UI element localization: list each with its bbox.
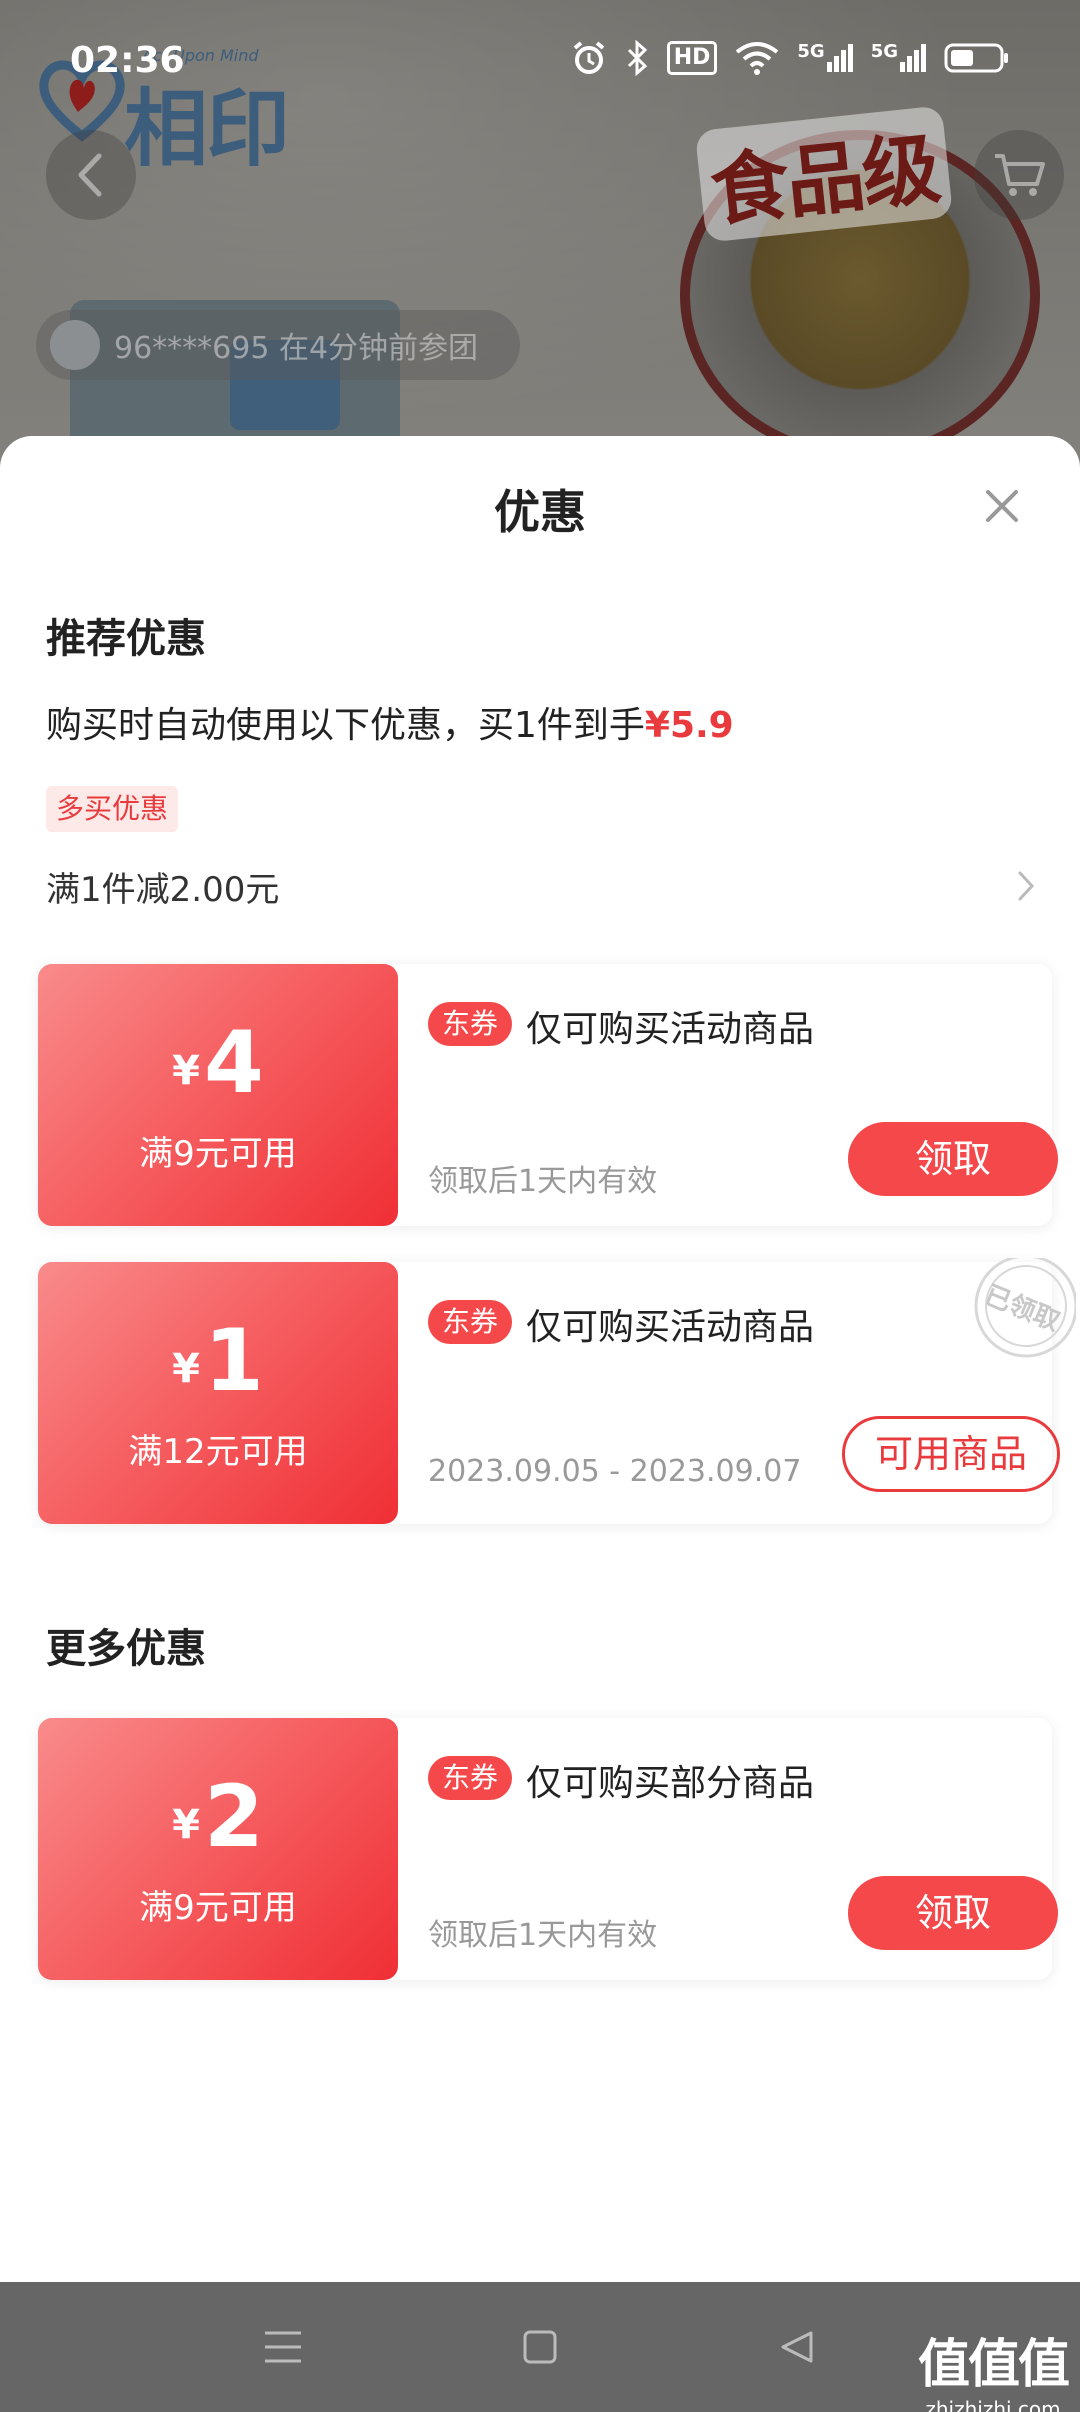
group-buy-ticker: 96****695 在4分钟前参团 [36, 310, 520, 380]
menu-icon [265, 2331, 301, 2363]
back-triangle-icon [781, 2331, 813, 2363]
coupon-info: 东券 仅可购买活动商品 领取后1天内有效 领取 [398, 964, 1058, 1226]
yen-symbol: ¥ [172, 1048, 200, 1094]
more-section-title: 更多优惠 [46, 1626, 206, 1672]
coupon-description: 仅可购买活动商品 [526, 1009, 815, 1050]
final-price: ¥5.9 [644, 705, 734, 746]
coupon-card: ¥2 满9元可用 东券 仅可购买部分商品 领取后1天内有效 领取 [38, 1718, 1058, 1980]
coupon-card: ¥4 满9元可用 东券 仅可购买活动商品 领取后1天内有效 领取 [38, 964, 1058, 1226]
coupon-card: ¥1 满12元可用 东券 仅可购买活动商品 2023.09.05 - 2023.… [38, 1258, 1076, 1524]
coupon-validity: 2023.09.05 - 2023.09.07 [428, 1454, 802, 1489]
battery-icon [944, 43, 1008, 73]
cart-icon [995, 154, 1045, 196]
group-buy-text: 96****695 在4分钟前参团 [114, 331, 479, 366]
multi-buy-rule-row[interactable]: 满1件减2.00元 [46, 856, 1036, 916]
yen-symbol: ¥ [172, 1346, 200, 1392]
menu-button[interactable] [258, 2322, 308, 2372]
home-square-icon [523, 2330, 557, 2364]
coupon-amount: ¥4 [38, 1020, 398, 1106]
signal-5g-icon: 5G [797, 43, 853, 72]
coupon-value-panel: ¥4 满9元可用 [38, 964, 398, 1226]
hd-icon: HD [666, 41, 718, 75]
back-nav-button[interactable] [772, 2322, 822, 2372]
coupon-amount-value: 1 [204, 1311, 264, 1411]
close-button[interactable] [976, 480, 1028, 532]
coupon-description: 仅可购买活动商品 [526, 1307, 815, 1348]
chevron-right-icon [1018, 871, 1035, 901]
status-icons: HD 5G 5G [571, 40, 1010, 76]
chevron-left-icon [78, 153, 102, 197]
home-button[interactable] [515, 2322, 565, 2372]
sheet-title: 优惠 [494, 485, 586, 539]
coupon-condition: 满12元可用 [128, 1432, 308, 1472]
coupon-info: 东券 仅可购买部分商品 领取后1天内有效 领取 [398, 1718, 1058, 1980]
auto-discount-line: 购买时自动使用以下优惠，买1件到手¥5.9 [46, 696, 734, 748]
yen-symbol: ¥ [172, 1802, 200, 1848]
coupon-type-tag: 东券 [428, 1002, 513, 1046]
wifi-icon [736, 42, 779, 75]
coupon-sheet: 优惠 推荐优惠 购买时自动使用以下优惠，买1件到手¥5.9 多买优惠 满1件减2… [0, 436, 1080, 2282]
multi-buy-tag: 多买优惠 [46, 786, 179, 832]
coupon-description: 仅可购买部分商品 [526, 1763, 815, 1804]
claimed-stamp: 已领取 [966, 1258, 1076, 1368]
status-time: 02:36 [70, 40, 185, 81]
coupon-amount: ¥2 [38, 1774, 398, 1860]
coupon-info: 东券 仅可购买活动商品 2023.09.05 - 2023.09.07 可用商品… [398, 1258, 1076, 1524]
coupon-value-panel: ¥1 满12元可用 [38, 1262, 398, 1524]
coupon-type-tag: 东券 [428, 1300, 513, 1344]
recommend-section-title: 推荐优惠 [46, 616, 206, 662]
alarm-icon [573, 41, 604, 74]
watermark-logo: 值值值 [917, 2335, 1070, 2395]
coupon-condition: 满9元可用 [139, 1888, 297, 1928]
claim-button[interactable]: 领取 [848, 1876, 1058, 1950]
back-button[interactable] [46, 130, 136, 220]
coupon-condition: 满9元可用 [139, 1134, 297, 1174]
claim-button[interactable]: 领取 [848, 1122, 1058, 1196]
multi-buy-rule: 满1件减2.00元 [46, 869, 280, 910]
coupon-amount: ¥1 [38, 1318, 398, 1404]
cart-button[interactable] [974, 130, 1064, 220]
coupon-amount-value: 2 [204, 1767, 264, 1867]
eligible-products-button[interactable]: 可用商品 [842, 1416, 1060, 1492]
bluetooth-icon [627, 40, 647, 76]
watermark-url: zhizhizhi.com [925, 2397, 1061, 2412]
coupon-validity: 领取后1天内有效 [428, 1918, 658, 1953]
watermark: 值值值 zhizhizhi.com [917, 2322, 1070, 2412]
screen: 食品级 Act Upon Mind 相印 96****695 在4分钟前参团 0… [0, 0, 1080, 2412]
coupon-validity: 领取后1天内有效 [428, 1164, 658, 1199]
product-background: 食品级 Act Upon Mind 相印 96****695 在4分钟前参团 0… [0, 0, 1080, 480]
coupon-type-tag: 东券 [428, 1756, 513, 1800]
system-navbar: 值值值 zhizhizhi.com [0, 2282, 1080, 2412]
close-icon [986, 490, 1018, 522]
signal-5g-icon: 5G [871, 43, 926, 72]
status-bar: 02:36 HD 5G 5G [0, 0, 1080, 120]
coupon-value-panel: ¥2 满9元可用 [38, 1718, 398, 1980]
avatar [50, 320, 100, 370]
auto-discount-text: 购买时自动使用以下优惠，买1件到手 [46, 705, 645, 746]
coupon-amount-value: 4 [204, 1013, 264, 1113]
